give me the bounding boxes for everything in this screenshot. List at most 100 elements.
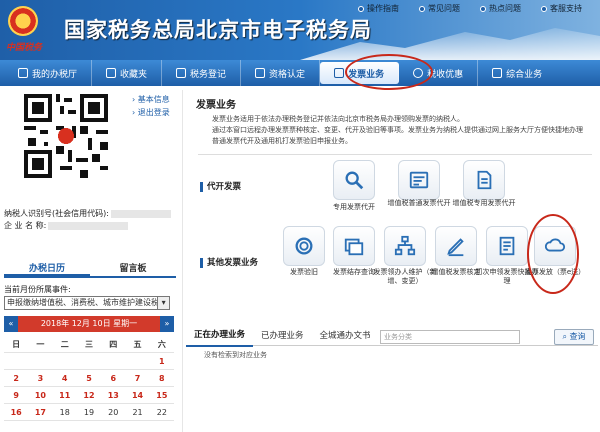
calendar-week-row: 1 [4,353,174,370]
taxpayer-info: 纳税人识别号(社会信用代码): 企 业 名 称: [4,208,171,232]
nav-favorites[interactable]: 收藏夹 [92,60,163,86]
qr-code [24,94,108,178]
calendar-week-row: 2345678 [4,370,174,387]
bullet-icon [480,5,486,12]
link-logout[interactable]: › 退出登录 [132,107,170,118]
calendar-header: « 2018年 12月 10日 星期一 » [4,316,174,332]
event-select[interactable]: 申报缴纳增值税、消费税、城市维护建设税 ▾ [4,296,170,310]
calendar-day[interactable]: 9 [4,387,28,403]
tab-in-progress[interactable]: 正在办理业务 [186,325,254,347]
tile-invoice-verify[interactable] [283,226,325,266]
taxpayer-id-label: 纳税人识别号(社会信用代码): [4,209,109,218]
nav-tax-registration[interactable]: 税务登记 [162,60,242,86]
weekday-label: 四 [109,340,118,349]
tab-citywide-docs[interactable]: 全城通办文书 [312,326,379,346]
invoice-icon [334,68,345,78]
calendar-day[interactable]: 1 [150,353,174,369]
tile-vat-special-proxy[interactable] [463,160,505,200]
search-icon: ⌕ [562,332,567,341]
calendar-day[interactable]: 18 [53,404,77,420]
nav-my-hall[interactable]: 我的办税厅 [0,60,93,86]
calendar-day[interactable]: 4 [53,370,77,386]
calendar-day[interactable]: 15 [150,387,174,403]
divider [198,154,592,155]
calendar-day[interactable]: 8 [150,370,174,386]
weekday-label: 六 [157,340,166,349]
section-title: 发票业务 [196,100,236,111]
tile-label: 增值税专用发票代开 [452,199,516,207]
calendar-day[interactable]: 13 [101,387,125,403]
tile-invoice-stock[interactable] [333,226,375,266]
weekday-label: 日 [12,340,21,349]
certificate-icon [255,68,266,78]
folder-icon [106,68,117,78]
query-button[interactable]: ⌕ 查询 [554,329,594,345]
invoice-doc-icon [409,171,429,189]
nav-comprehensive[interactable]: 综合业务 [478,60,556,86]
calendar-day[interactable]: 12 [77,387,101,403]
calendar-date: 2018年 12月 10日 星期一 [40,319,138,328]
section-description: 发票业务适用于依法办理税务登记并依法向北京市税务局办理领购发票的纳税人。 通过本… [212,115,583,145]
ring-icon [295,237,313,255]
highlight-ring-delivery [527,214,579,294]
calendar-day[interactable]: 7 [125,370,149,386]
calendar-day [125,353,149,369]
tab-tax-calendar[interactable]: 办税日历 [4,260,90,276]
weekday-label: 二 [60,340,69,349]
pen-icon [447,238,464,257]
tile-first-apply[interactable] [486,226,528,266]
prev-month-button[interactable]: « [4,316,18,332]
tile-vat-verify[interactable] [435,226,477,266]
bullet-icon [419,5,425,12]
tile-invoice-agent[interactable] [384,226,426,266]
calendar-day[interactable]: 19 [77,404,101,420]
tab-message-board[interactable]: 留言板 [90,260,176,276]
calendar-day[interactable]: 17 [28,404,52,420]
toplink-support[interactable]: 客服支持 [531,3,592,14]
calendar-day[interactable]: 6 [101,370,125,386]
calendar-day[interactable]: 2 [4,370,28,386]
nav-qualification[interactable]: 资格认定 [241,60,321,86]
calendar-grid: 日一二三四五六 1 2 3 4 5 6 7 8 9 10 11 12 13 14 15 16 17 18 19 20 21… [4,336,174,421]
toplink-guide[interactable]: 操作指南 [348,3,409,14]
grid-icon [492,68,503,78]
tile-vat-normal-proxy[interactable] [398,160,440,200]
tab-completed[interactable]: 已办理业务 [253,326,312,346]
link-basic-info[interactable]: › 基本信息 [132,94,170,105]
top-links: 操作指南 常见问题 热点问题 客服支持 [348,3,592,14]
calendar-day [77,353,101,369]
group-label-other: 其他发票业务 [200,258,258,268]
site-title: 国家税务总局北京市电子税务局 [64,18,372,42]
calendar-day[interactable]: 22 [150,404,174,420]
next-month-button[interactable]: » [160,316,174,332]
business-category-input[interactable]: 业务分类 [380,330,520,344]
bullet-icon [541,5,547,12]
company-name-label: 企 业 名 称: [4,221,47,230]
tile-special-invoice-proxy[interactable] [333,160,375,200]
toplink-hot[interactable]: 热点问题 [470,3,531,14]
calendar-week-row: 9 10 11 12 13 14 15 [4,387,174,404]
chevron-down-icon: ▾ [157,297,169,309]
weekday-label: 五 [133,340,142,349]
calendar-week-row: 16 17 18 19 20 21 22 [4,404,174,421]
calendar-day[interactable]: 14 [125,387,149,403]
header-banner: 中国税务 国家税务总局北京市电子税务局 操作指南 常见问题 热点问题 客服支持 [0,0,600,60]
calendar-day[interactable]: 5 [77,370,101,386]
calendar-day[interactable]: 3 [28,370,52,386]
calendar-day [28,353,52,369]
calendar-day[interactable]: 16 [4,404,28,420]
stack-icon [344,238,364,256]
calendar-day[interactable]: 21 [125,404,149,420]
redacted-value [110,209,171,218]
calendar-day[interactable]: 20 [101,404,125,420]
calendar-weekdays: 日一二三四五六 [4,336,174,353]
calendar-day[interactable]: 10 [28,387,52,403]
toplink-faq[interactable]: 常见问题 [409,3,470,14]
calendar-day [4,353,28,369]
tax-logo-icon [8,6,38,36]
bullet-icon [358,5,364,12]
calendar-day[interactable]: 11 [53,387,77,403]
flag-icon [176,68,187,78]
redacted-value [48,221,129,230]
highlight-ring-nav [345,54,433,90]
